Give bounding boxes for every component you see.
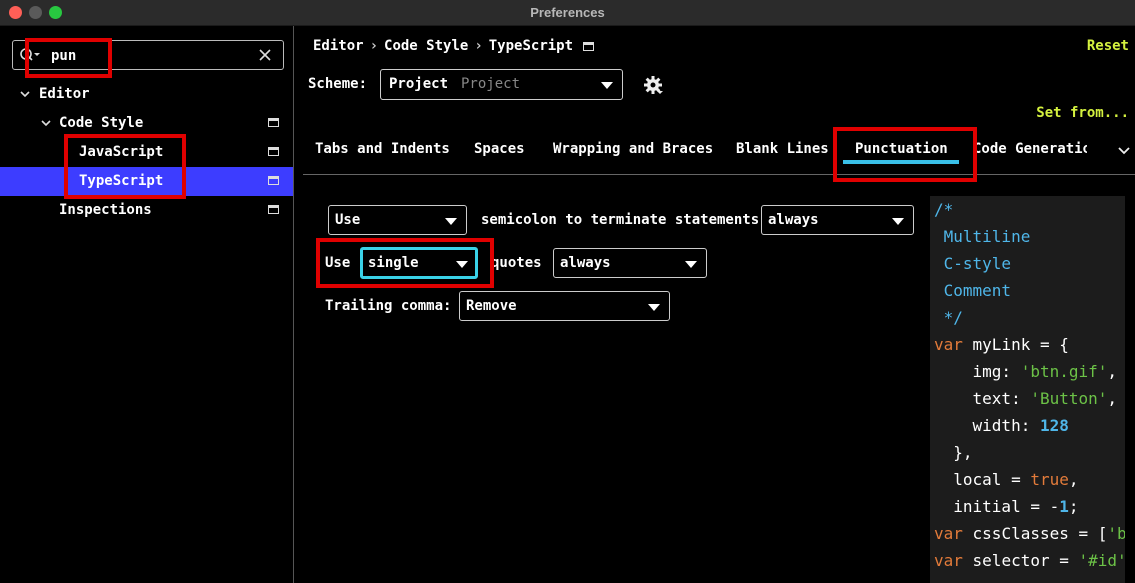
select-value: always xyxy=(768,212,819,228)
code-line: C-style xyxy=(934,254,1012,273)
code-line: local = true, xyxy=(934,470,1079,489)
title-bar: Preferences xyxy=(0,0,1135,26)
tab-blank-lines[interactable]: Blank Lines xyxy=(736,141,829,157)
tab-spaces[interactable]: Spaces xyxy=(474,141,525,157)
clear-search-icon[interactable] xyxy=(257,47,273,63)
tree-item-label: TypeScript xyxy=(79,173,164,189)
search-icon[interactable] xyxy=(19,47,41,65)
code-preview: /* Multiline C-style Comment */ var myLi… xyxy=(930,196,1125,583)
chevron-down-icon xyxy=(892,218,904,225)
chevron-down-icon[interactable] xyxy=(40,117,52,129)
chevron-down-icon xyxy=(685,261,697,268)
breadcrumb-item[interactable]: Code Style xyxy=(384,38,468,54)
select-value: Use xyxy=(335,212,361,228)
tab-punctuation[interactable]: Punctuation xyxy=(855,141,948,157)
code-line: }, xyxy=(934,443,973,462)
breadcrumb-separator: › xyxy=(474,38,483,54)
tab-tabs-and-indents[interactable]: Tabs and Indents xyxy=(315,141,450,157)
window-title: Preferences xyxy=(530,5,605,20)
code-line: /* xyxy=(934,200,954,219)
chevron-down-icon xyxy=(445,218,457,225)
scheme-label: Scheme: xyxy=(308,76,368,92)
trailing-comma-label: Trailing comma: xyxy=(325,298,452,314)
scheme-type: Project xyxy=(461,76,521,92)
breadcrumb-separator: › xyxy=(369,38,379,54)
tree-item-editor[interactable]: Editor xyxy=(0,80,293,109)
code-line: Multiline xyxy=(934,227,1031,246)
set-from-link[interactable]: Set from... xyxy=(1036,105,1129,121)
reset-link[interactable]: Reset xyxy=(1087,38,1129,54)
tree-item-inspections[interactable]: Inspections xyxy=(0,196,293,225)
breadcrumb-item[interactable]: TypeScript xyxy=(489,38,573,54)
tree-item-code-style[interactable]: Code Style xyxy=(0,109,293,138)
project-scope-icon xyxy=(268,147,279,156)
quote-style-select[interactable]: single xyxy=(360,247,478,279)
code-line: img: 'btn.gif', xyxy=(934,362,1118,381)
active-tab-indicator xyxy=(843,160,959,164)
chevron-down-icon xyxy=(601,82,613,89)
code-line: initial = -1; xyxy=(934,497,1079,516)
quotes-label: quotes xyxy=(491,255,542,271)
scheme-value: Project xyxy=(389,76,449,92)
tab-wrapping-and-braces[interactable]: Wrapping and Braces xyxy=(553,141,713,157)
code-line: var cssClasses = ['bo xyxy=(934,524,1125,543)
divider xyxy=(303,174,1135,175)
quotes-when-select[interactable]: always xyxy=(553,248,707,278)
breadcrumb-item[interactable]: Editor xyxy=(313,38,364,54)
code-line: Comment xyxy=(934,281,1012,300)
tab-code-generation[interactable]: Code Generatio xyxy=(973,141,1087,157)
code-line: */ xyxy=(934,308,963,327)
tree-item-javascript[interactable]: JavaScript xyxy=(0,138,293,167)
breadcrumb: Editor › Code Style › TypeScript xyxy=(313,38,595,54)
search-box[interactable] xyxy=(12,40,284,70)
project-scope-icon xyxy=(583,42,595,51)
chevron-down-icon[interactable] xyxy=(1117,144,1131,158)
select-value: single xyxy=(368,255,419,271)
project-scope-icon xyxy=(268,205,279,214)
chevron-down-icon xyxy=(648,304,660,311)
semicolon-label: semicolon to terminate statements xyxy=(481,212,760,228)
select-value: always xyxy=(560,255,611,271)
chevron-down-icon[interactable] xyxy=(19,88,31,100)
tree-item-typescript[interactable]: TypeScript xyxy=(0,167,293,196)
code-line: var myLink = { xyxy=(934,335,1069,354)
sidebar: Editor Code Style JavaScript TypeScript … xyxy=(0,26,294,583)
search-input[interactable] xyxy=(51,45,251,67)
tree-item-label: Inspections xyxy=(59,202,152,218)
trailing-comma-select[interactable]: Remove xyxy=(459,291,670,321)
code-line: var selector = '#id'; xyxy=(934,551,1125,570)
quotes-use-label: Use xyxy=(325,255,351,271)
gear-icon[interactable] xyxy=(643,75,663,95)
tree-item-label: Editor xyxy=(39,86,90,102)
project-scope-icon xyxy=(268,118,279,127)
chevron-down-icon xyxy=(456,261,468,268)
semicolon-use-select[interactable]: Use xyxy=(328,205,467,235)
semicolon-when-select[interactable]: always xyxy=(761,205,914,235)
code-line: width: 128 xyxy=(934,416,1069,435)
project-scope-icon xyxy=(268,176,279,185)
code-line: text: 'Button', xyxy=(934,389,1118,408)
tab-bar: Tabs and Indents Spaces Wrapping and Bra… xyxy=(295,134,1135,170)
scheme-select[interactable]: Project Project xyxy=(380,69,623,100)
tree-item-label: JavaScript xyxy=(79,144,164,160)
select-value: Remove xyxy=(466,298,517,314)
tree-item-label: Code Style xyxy=(59,115,144,131)
